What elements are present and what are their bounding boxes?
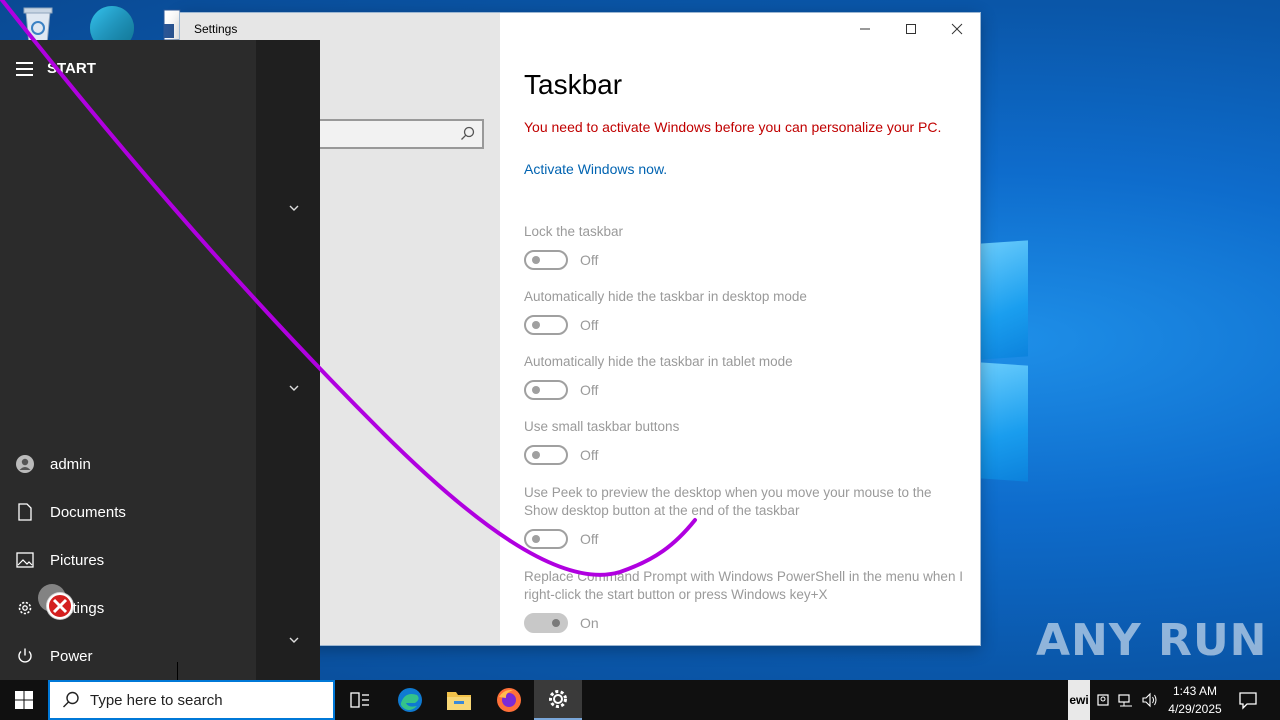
toggle-state: Off — [580, 531, 599, 547]
start-item-label: Pictures — [50, 551, 105, 569]
small-buttons-toggle[interactable] — [524, 445, 568, 465]
setting-label: Use small taskbar buttons — [524, 419, 680, 434]
gear-icon — [549, 690, 567, 708]
watermark: ANY RUN — [1036, 614, 1268, 666]
setting-label: Automatically hide the taskbar in tablet… — [524, 354, 793, 369]
start-tiles-pane — [256, 40, 320, 680]
pictures-icon — [14, 549, 36, 571]
activate-windows-link[interactable]: Activate Windows now. — [524, 161, 667, 177]
task-view-icon — [350, 692, 369, 708]
start-item-label: admin — [50, 455, 91, 473]
taskbar-settings[interactable] — [534, 680, 582, 720]
gear-icon — [14, 597, 36, 619]
hamburger-icon[interactable] — [16, 61, 33, 76]
task-view-button[interactable] — [336, 680, 384, 720]
input-language-indicator[interactable]: ewi — [1068, 680, 1090, 720]
power-icon — [14, 645, 36, 667]
setting-label: Replace Command Prompt with Windows Powe… — [524, 569, 963, 602]
setting-label: Lock the taskbar — [524, 224, 624, 239]
search-icon — [461, 126, 475, 140]
toggle-state: Off — [580, 382, 599, 398]
page-title: Taskbar — [524, 69, 623, 100]
window-title: Settings — [194, 22, 238, 36]
minimize-button[interactable] — [842, 13, 888, 45]
setting-label: Automatically hide the taskbar in deskto… — [524, 289, 807, 304]
maximize-icon — [906, 24, 916, 34]
close-icon — [951, 23, 963, 35]
toggle-state: On — [580, 615, 599, 631]
setting-autohide-desktop: Automatically hide the taskbar in deskto… — [524, 288, 964, 335]
start-title: START — [47, 60, 96, 77]
maximize-button[interactable] — [888, 13, 934, 45]
chevron-down-icon[interactable] — [288, 202, 300, 214]
start-item-label: Power — [50, 647, 93, 665]
activation-warning: You need to activate Windows before you … — [524, 119, 942, 135]
setting-label: Use Peek to preview the desktop when you… — [524, 485, 932, 518]
start-item-user[interactable]: admin — [14, 444, 244, 484]
network-icon[interactable] — [1118, 692, 1134, 708]
edge-icon — [398, 688, 422, 712]
powershell-toggle[interactable] — [524, 613, 568, 633]
start-item-power[interactable]: Power — [14, 636, 244, 676]
people-icon[interactable] — [1096, 692, 1112, 708]
setting-small-buttons: Use small taskbar buttons Off — [524, 418, 964, 465]
start-header[interactable]: START — [16, 60, 96, 77]
autohide-desktop-toggle[interactable] — [524, 315, 568, 335]
chevron-down-icon[interactable] — [288, 382, 300, 394]
clock-date: 4/29/2025 — [1168, 702, 1222, 716]
minimize-icon — [860, 28, 870, 30]
notification-icon[interactable] — [1238, 690, 1258, 710]
start-item-label: Documents — [50, 503, 126, 521]
taskbar-clock[interactable]: 1:43 AM 4/29/2025 — [1160, 682, 1230, 718]
toggle-state: Off — [580, 447, 599, 463]
setting-powershell: Replace Command Prompt with Windows Powe… — [524, 568, 964, 633]
chevron-down-icon[interactable] — [288, 634, 300, 646]
settings-search-input[interactable] — [310, 119, 484, 149]
toggle-state: Off — [580, 317, 599, 333]
search-placeholder: Type here to search — [90, 691, 223, 709]
start-button[interactable] — [0, 680, 48, 720]
firefox-icon — [497, 688, 521, 712]
search-icon — [63, 691, 79, 708]
peek-toggle[interactable] — [524, 529, 568, 549]
volume-icon[interactable] — [1142, 692, 1158, 708]
setting-lock-taskbar: Lock the taskbar Off — [524, 223, 964, 270]
taskbar-search-box[interactable]: Type here to search — [48, 680, 335, 720]
setting-peek: Use Peek to preview the desktop when you… — [524, 484, 964, 549]
taskbar-firefox[interactable] — [485, 680, 533, 720]
start-item-pictures[interactable]: Pictures — [14, 540, 244, 580]
toggle-state: Off — [580, 252, 599, 268]
lock-taskbar-toggle[interactable] — [524, 250, 568, 270]
start-item-documents[interactable]: Documents — [14, 492, 244, 532]
error-icon — [38, 584, 74, 620]
windows-icon — [15, 691, 33, 709]
folder-icon — [447, 692, 471, 710]
taskbar-edge[interactable] — [386, 680, 434, 720]
setting-autohide-tablet: Automatically hide the taskbar in tablet… — [524, 353, 964, 400]
user-icon — [14, 453, 36, 475]
autohide-tablet-toggle[interactable] — [524, 380, 568, 400]
close-button[interactable] — [934, 13, 980, 45]
taskbar-file-explorer[interactable] — [435, 680, 483, 720]
clock-time: 1:43 AM — [1172, 684, 1218, 698]
document-icon — [14, 501, 36, 523]
